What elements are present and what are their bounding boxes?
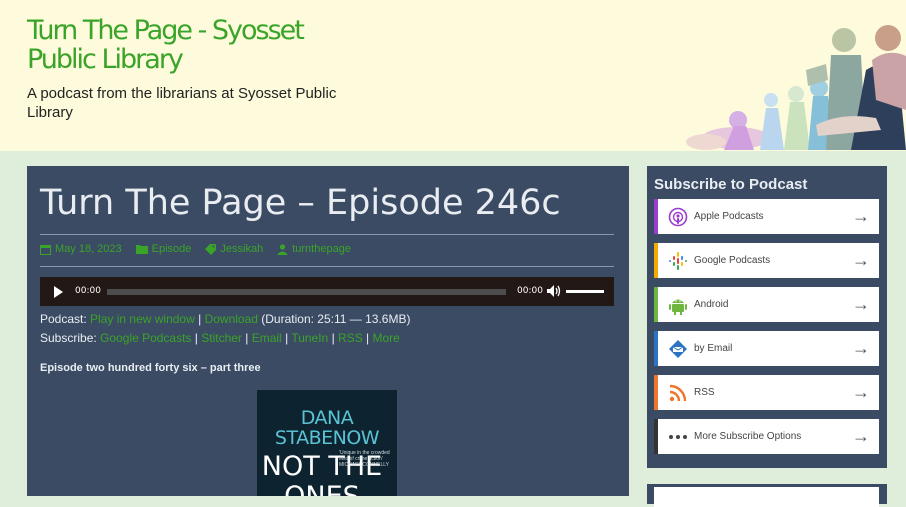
title-divider — [40, 234, 614, 235]
post-category[interactable]: Episode — [135, 243, 192, 255]
subscribe-apple-podcasts-button[interactable]: Apple Podcasts → — [654, 199, 879, 234]
next-widget-content — [654, 487, 879, 507]
volume-slider[interactable] — [566, 290, 604, 293]
subscribe-label: Subscribe: — [40, 331, 97, 345]
post-author-text: turnthepage — [292, 243, 351, 255]
post-category-text: Episode — [151, 243, 192, 255]
button-label: More Subscribe Options — [694, 431, 802, 442]
play-icon[interactable] — [54, 286, 63, 298]
download-link[interactable]: Download — [205, 312, 258, 326]
subscribe-email-button[interactable]: by Email → — [654, 331, 879, 366]
subscribe-rss-link[interactable]: RSS — [338, 331, 363, 345]
podcast-label: Podcast: — [40, 312, 87, 326]
button-label: RSS — [694, 387, 715, 398]
subscribe-line: Subscribe: Google Podcasts | Stitcher | … — [40, 331, 400, 345]
header-illustration — [686, 25, 906, 150]
duration-info: (Duration: 25:11 — 13.6MB) — [257, 312, 411, 326]
volume-icon[interactable] — [547, 284, 561, 298]
subscribe-stitcher-link[interactable]: Stitcher — [201, 331, 242, 345]
post-tag-text: Jessikah — [220, 243, 264, 255]
post-meta: May 18, 2023 Episode Jessikah turnthepag… — [40, 243, 351, 255]
button-label: Apple Podcasts — [694, 211, 764, 222]
arrow-right-icon: → — [852, 294, 870, 314]
book-author: DANA STABENOW — [274, 407, 380, 449]
arrow-right-icon: → — [852, 426, 870, 446]
calendar-icon — [40, 244, 51, 255]
podcast-line: Podcast: Play in new window | Download (… — [40, 312, 410, 326]
separator: | — [194, 312, 205, 326]
subscribe-more-link[interactable]: More — [373, 331, 400, 345]
subscribe-rss-button[interactable]: RSS → — [654, 375, 879, 410]
post-date-text: May 18, 2023 — [55, 243, 122, 255]
duration-time: 00:00 — [517, 286, 543, 296]
more-icon — [665, 426, 691, 448]
site-title[interactable]: Turn The Page - Syosset Public Library — [27, 16, 357, 74]
arrow-right-icon: → — [852, 250, 870, 270]
folder-icon — [135, 245, 148, 254]
current-time: 00:00 — [75, 286, 101, 296]
subscribe-widget-title: Subscribe to Podcast — [654, 176, 808, 193]
apple-podcasts-icon — [665, 206, 691, 228]
site-header: Turn The Page - Syosset Public Library A… — [0, 0, 906, 151]
subscribe-more-options-button[interactable]: More Subscribe Options → — [654, 419, 879, 454]
subscribe-google-podcasts-button[interactable]: Google Podcasts → — [654, 243, 879, 278]
rss-icon — [665, 382, 691, 404]
post-tag[interactable]: Jessikah — [205, 243, 263, 255]
subscribe-google-podcasts-link[interactable]: Google Podcasts — [100, 331, 191, 345]
email-icon — [665, 338, 691, 360]
progress-track[interactable] — [107, 289, 506, 295]
android-icon — [665, 294, 691, 316]
arrow-right-icon: → — [852, 206, 870, 226]
post-article: Turn The Page – Episode 246c May 18, 202… — [27, 166, 629, 496]
subscribe-widget: Subscribe to Podcast Apple Podcasts → Go… — [647, 166, 887, 468]
tag-icon — [205, 243, 217, 255]
book-cover-image: DANA STABENOW NOT THE ONES 'Unique in th… — [257, 390, 397, 496]
subscribe-tunein-link[interactable]: TuneIn — [291, 331, 328, 345]
post-author[interactable]: turnthepage — [277, 243, 351, 255]
arrow-right-icon: → — [852, 382, 870, 402]
arrow-right-icon: → — [852, 338, 870, 358]
audio-player: 00:00 00:00 — [40, 277, 614, 306]
site-tagline: A podcast from the librarians at Syosset… — [27, 85, 337, 121]
button-label: by Email — [694, 343, 733, 354]
subscribe-android-button[interactable]: Android → — [654, 287, 879, 322]
episode-subheading: Episode two hundred forty six – part thr… — [40, 362, 261, 374]
post-title: Turn The Page – Episode 246c — [40, 183, 561, 223]
subscribe-email-link[interactable]: Email — [252, 331, 282, 345]
post-date[interactable]: May 18, 2023 — [40, 243, 122, 255]
user-icon — [277, 243, 289, 255]
play-in-new-window-link[interactable]: Play in new window — [90, 312, 195, 326]
book-quote: 'Unique in the crowded field of crime fi… — [339, 450, 390, 468]
button-label: Android — [694, 299, 729, 310]
meta-divider — [40, 266, 614, 267]
google-podcasts-icon — [665, 250, 691, 272]
next-sidebar-widget — [647, 484, 887, 507]
button-label: Google Podcasts — [694, 255, 771, 266]
